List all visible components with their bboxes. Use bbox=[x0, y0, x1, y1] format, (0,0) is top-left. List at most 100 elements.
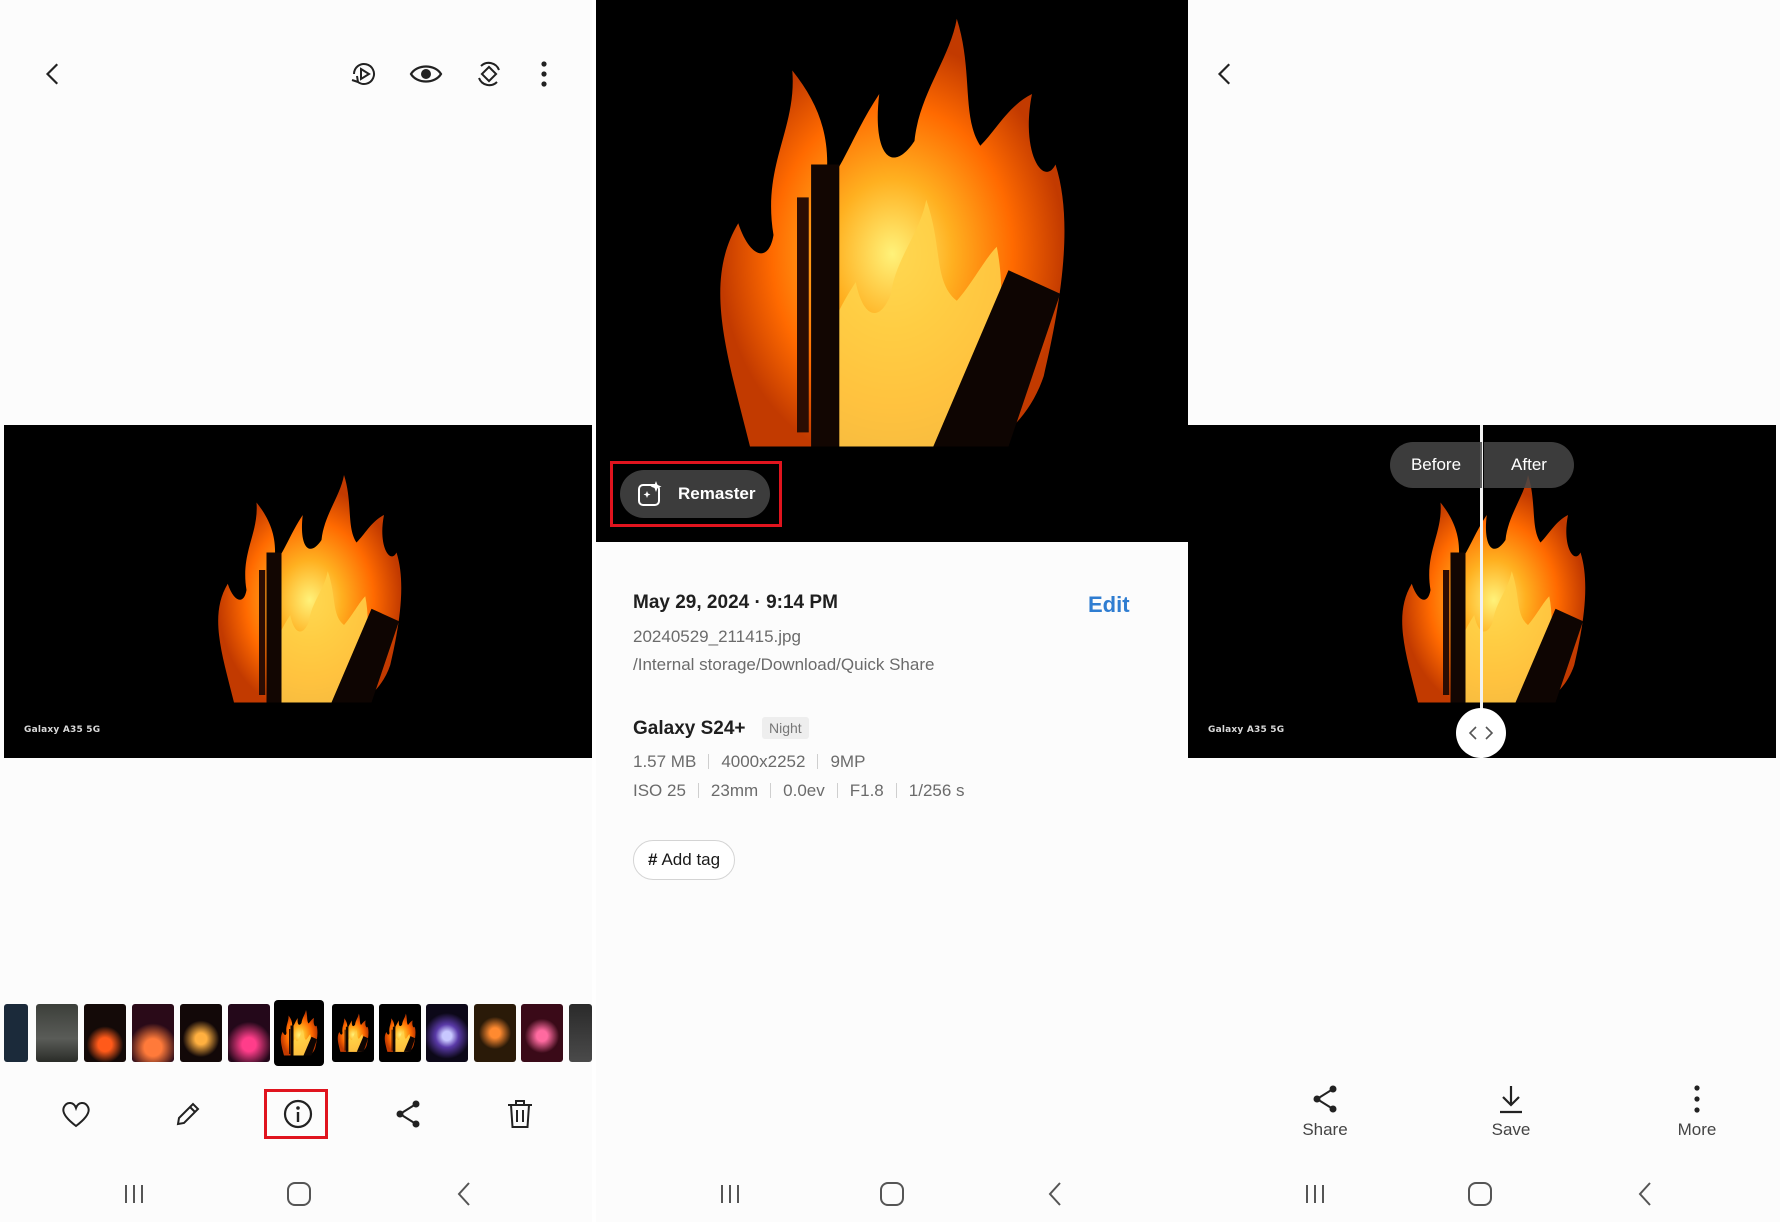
view-button[interactable] bbox=[402, 50, 450, 98]
share-button[interactable] bbox=[384, 1090, 432, 1138]
back-icon bbox=[457, 1182, 470, 1206]
after-label: After bbox=[1484, 442, 1574, 488]
system-back-button[interactable] bbox=[440, 1172, 488, 1216]
recents-icon bbox=[1306, 1185, 1324, 1203]
iso: ISO 25 bbox=[633, 781, 686, 800]
chevron-left-right-icon bbox=[1468, 726, 1494, 740]
home-icon bbox=[287, 1182, 311, 1206]
share-label: Share bbox=[1302, 1120, 1348, 1139]
fire-image bbox=[274, 1000, 324, 1066]
fire-image bbox=[656, 0, 1126, 470]
thumbnail[interactable] bbox=[426, 1004, 468, 1062]
thumbnail[interactable] bbox=[474, 1004, 516, 1062]
back-icon bbox=[45, 63, 59, 85]
back-button[interactable] bbox=[1202, 50, 1250, 98]
home-button[interactable] bbox=[1456, 1172, 1504, 1216]
thumbnail[interactable] bbox=[180, 1004, 222, 1062]
resolution: 4000x2252 bbox=[721, 752, 806, 771]
thumbnail[interactable] bbox=[379, 1004, 421, 1062]
hash-icon: # bbox=[648, 850, 658, 869]
focal-length: 23mm bbox=[710, 781, 759, 800]
rotate-icon bbox=[478, 61, 500, 87]
home-button[interactable] bbox=[868, 1172, 916, 1216]
specs-row-1: 1.57 MB 4000x2252 9MP bbox=[633, 752, 865, 772]
favorite-button[interactable] bbox=[52, 1090, 100, 1138]
share-icon bbox=[1313, 1085, 1337, 1113]
details-panel: Remaster May 29, 2024 · 9:14 PM Edit 202… bbox=[596, 0, 1188, 1222]
recent-apps-button[interactable] bbox=[1291, 1172, 1339, 1216]
more-vert-icon bbox=[1694, 1085, 1700, 1113]
thumbnail-selected[interactable] bbox=[274, 1000, 324, 1066]
thumbnail[interactable] bbox=[132, 1004, 174, 1062]
remaster-sparkle-icon bbox=[638, 481, 662, 506]
thumbnail[interactable] bbox=[332, 1004, 374, 1062]
mode-badge: Night bbox=[762, 717, 809, 739]
more-label: More bbox=[1677, 1120, 1717, 1139]
recents-icon bbox=[125, 1185, 143, 1203]
thumbnail[interactable] bbox=[569, 1004, 592, 1062]
megapixels: 9MP bbox=[830, 752, 866, 771]
heart-icon bbox=[62, 1102, 90, 1128]
back-icon bbox=[1217, 63, 1231, 85]
gallery-viewer-panel: Galaxy A35 5G bbox=[0, 0, 592, 1222]
back-button[interactable] bbox=[30, 50, 78, 98]
main-photo[interactable]: Galaxy A35 5G bbox=[4, 425, 592, 758]
more-vert-icon bbox=[541, 61, 547, 87]
remaster-compare-panel: Galaxy A35 5G Before After Share Save Mo… bbox=[1188, 0, 1780, 1222]
exposure-value: 0.0ev bbox=[783, 781, 825, 800]
fire-image bbox=[332, 1004, 374, 1062]
camera-device: Galaxy S24+ bbox=[633, 718, 746, 739]
specs-row-2: ISO 25 23mm 0.0ev F1.8 1/256 s bbox=[633, 781, 965, 801]
back-icon bbox=[1638, 1182, 1651, 1206]
share-action-button[interactable]: Share bbox=[1280, 1084, 1370, 1140]
save-action-button[interactable]: Save bbox=[1466, 1084, 1556, 1140]
details-button[interactable] bbox=[274, 1090, 322, 1138]
edit-details-link[interactable]: Edit bbox=[1088, 592, 1130, 618]
delete-button[interactable] bbox=[496, 1090, 544, 1138]
more-action-button[interactable]: More bbox=[1652, 1084, 1742, 1140]
back-icon bbox=[1048, 1182, 1061, 1206]
fire-image bbox=[379, 1004, 421, 1062]
photo-path: /Internal storage/Download/Quick Share bbox=[633, 655, 935, 674]
photo-watermark: Galaxy A35 5G bbox=[24, 725, 101, 735]
recent-apps-button[interactable] bbox=[110, 1172, 158, 1216]
download-icon bbox=[1500, 1086, 1522, 1114]
file-size: 1.57 MB bbox=[633, 752, 697, 771]
trash-icon bbox=[508, 1100, 532, 1128]
pencil-icon bbox=[176, 1102, 200, 1126]
photo-watermark: Galaxy A35 5G bbox=[1208, 725, 1285, 735]
compare-photo[interactable]: Galaxy A35 5G bbox=[1188, 425, 1776, 758]
home-button[interactable] bbox=[275, 1172, 323, 1216]
shutter-speed: 1/256 s bbox=[908, 781, 965, 800]
fire-image bbox=[184, 450, 434, 730]
thumbnail[interactable] bbox=[4, 1004, 28, 1062]
motion-photo-button[interactable] bbox=[340, 50, 388, 98]
compare-slider-handle[interactable] bbox=[1456, 708, 1506, 758]
remaster-button[interactable]: Remaster bbox=[620, 470, 770, 518]
recents-icon bbox=[721, 1185, 739, 1203]
play-motion-icon bbox=[351, 63, 375, 85]
photo-filename: 20240529_211415.jpg bbox=[633, 627, 801, 646]
photo-date-time: May 29, 2024 · 9:14 PM bbox=[633, 592, 838, 613]
eye-icon bbox=[409, 65, 443, 83]
edit-button[interactable] bbox=[164, 1090, 212, 1138]
thumbnail[interactable] bbox=[228, 1004, 270, 1062]
thumbnail[interactable] bbox=[36, 1004, 78, 1062]
before-label: Before bbox=[1390, 442, 1482, 488]
system-back-button[interactable] bbox=[1031, 1172, 1079, 1216]
fire-image bbox=[1368, 450, 1618, 730]
thumbnail[interactable] bbox=[521, 1004, 563, 1062]
info-icon bbox=[283, 1099, 313, 1129]
home-icon bbox=[1468, 1182, 1492, 1206]
share-icon bbox=[396, 1100, 420, 1128]
add-tag-button[interactable]: # Add tag bbox=[633, 840, 736, 880]
recent-apps-button[interactable] bbox=[706, 1172, 754, 1216]
system-back-button[interactable] bbox=[1621, 1172, 1669, 1216]
more-options-button[interactable] bbox=[520, 50, 568, 98]
thumbnail[interactable] bbox=[84, 1004, 126, 1062]
home-icon bbox=[880, 1182, 904, 1206]
add-tag-label: Add tag bbox=[661, 850, 721, 869]
aperture: F1.8 bbox=[849, 781, 884, 800]
rotate-button[interactable] bbox=[465, 50, 513, 98]
remaster-label: Remaster bbox=[678, 484, 756, 503]
